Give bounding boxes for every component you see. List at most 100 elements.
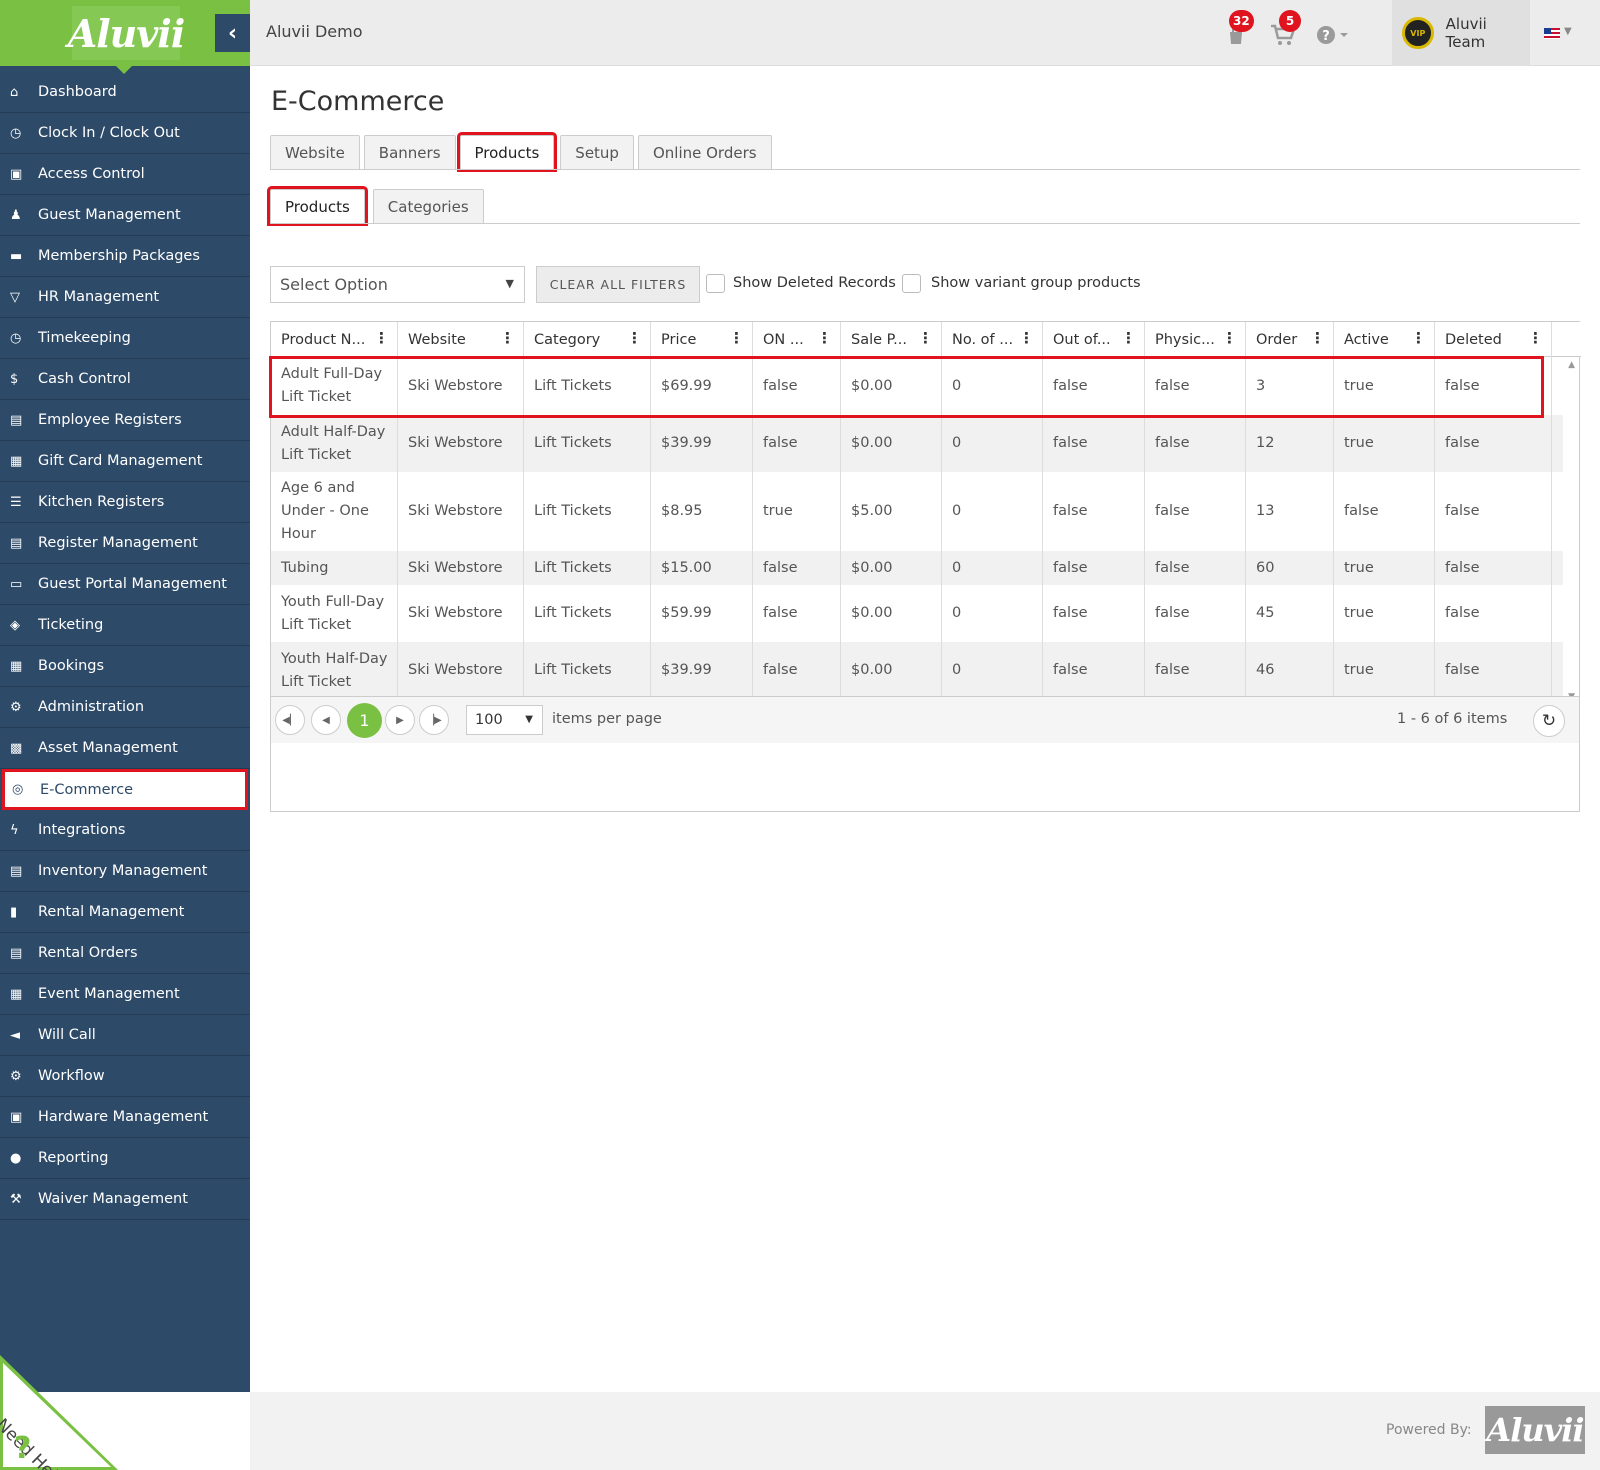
table-cell: false	[1145, 415, 1246, 472]
tab-products[interactable]: Products	[459, 135, 555, 169]
last-page-button[interactable]: ▕▶	[419, 705, 449, 735]
table-cell: Youth Full-Day Lift Ticket	[271, 585, 398, 642]
refresh-button[interactable]: ↻	[1533, 705, 1565, 737]
table-cell: $0.00	[841, 415, 942, 472]
subtab-products[interactable]: Products	[270, 189, 365, 223]
sidebar-item-timekeeping[interactable]: ◷ Timekeeping	[0, 318, 250, 359]
sidebar-item-rental-management[interactable]: ▮ Rental Management	[0, 892, 250, 933]
column-header[interactable]: No. of ... ⋮	[942, 322, 1043, 357]
table-row[interactable]: Adult Half-Day Lift Ticket Ski Webstore Li…	[271, 415, 1565, 472]
show-deleted-checkbox[interactable]	[706, 274, 725, 293]
print-icon: ▣	[10, 1109, 23, 1125]
column-menu-icon[interactable]: ⋮	[729, 331, 744, 346]
column-menu-icon[interactable]: ⋮	[1019, 331, 1034, 346]
column-header[interactable]: Physic... ⋮	[1145, 322, 1246, 357]
sidebar-item-employee-registers[interactable]: ▤ Employee Registers	[0, 400, 250, 441]
page-size-select[interactable]: 100 ▼	[466, 705, 543, 735]
sidebar-item-membership-packages[interactable]: ▬ Membership Packages	[0, 236, 250, 277]
column-header[interactable]: Deleted ⋮	[1435, 322, 1552, 357]
column-menu-icon[interactable]: ⋮	[500, 331, 515, 346]
table-row[interactable]: Age 6 and Under - One Hour Ski Webstore Li…	[271, 472, 1565, 551]
table-cell: Youth Half-Day Lift Ticket	[271, 642, 398, 699]
sidebar-item-integrations[interactable]: ϟ Integrations	[0, 810, 250, 851]
current-page-button[interactable]: 1	[347, 703, 382, 738]
help-circle-icon[interactable]: ?	[1316, 25, 1350, 51]
need-help-tab[interactable]: Need Help ?	[0, 1355, 118, 1470]
sidebar-item-hr-management[interactable]: ▽ HR Management	[0, 277, 250, 318]
column-menu-icon[interactable]: ⋮	[627, 331, 642, 346]
first-page-button[interactable]: ◀▏	[275, 705, 305, 735]
sidebar-item-kitchen-registers[interactable]: ☰ Kitchen Registers	[0, 482, 250, 523]
sidebar-item-reporting[interactable]: ● Reporting	[0, 1138, 250, 1179]
column-menu-icon[interactable]: ⋮	[817, 331, 832, 346]
filter-select[interactable]: Select Option ▼	[270, 266, 525, 303]
sidebar-item-dashboard[interactable]: ⌂ Dashboard	[0, 72, 250, 113]
table-row[interactable]: Youth Full-Day Lift Ticket Ski Webstore Li…	[271, 585, 1565, 642]
show-variant-checkbox[interactable]	[902, 274, 921, 293]
sidebar-item-access-control[interactable]: ▣ Access Control	[0, 154, 250, 195]
sidebar-item-clock-in-clock-out[interactable]: ◷ Clock In / Clock Out	[0, 113, 250, 154]
aluvii-logo[interactable]: Aluvii	[68, 6, 185, 60]
sidebar-item-label: Guest Management	[38, 207, 181, 223]
tag-icon: ◈	[10, 617, 20, 633]
column-menu-icon[interactable]: ⋮	[1121, 331, 1136, 346]
column-header[interactable]: Out of... ⋮	[1043, 322, 1145, 357]
sidebar-item-administration[interactable]: ⚙ Administration	[0, 687, 250, 728]
table-cell: 45	[1246, 585, 1334, 642]
column-menu-icon[interactable]: ⋮	[1222, 331, 1237, 346]
column-header[interactable]: Active ⋮	[1334, 322, 1435, 357]
sidebar: Aluvii ‹ ⌂ Dashboard ◷ Clock In / Clock Out…	[0, 0, 250, 1392]
table-cell: Ski Webstore	[398, 551, 524, 585]
column-header[interactable]: Product N... ⋮	[271, 322, 398, 357]
column-menu-icon[interactable]: ⋮	[374, 331, 389, 346]
column-header[interactable]: Category ⋮	[524, 322, 651, 357]
column-header[interactable]: Website ⋮	[398, 322, 524, 357]
column-menu-icon[interactable]: ⋮	[1411, 331, 1426, 346]
tab-banners[interactable]: Banners	[363, 135, 456, 169]
sidebar-item-waiver-management[interactable]: ⚒ Waiver Management	[0, 1179, 250, 1220]
user-menu[interactable]: VIP Aluvii Team	[1392, 0, 1530, 66]
column-header[interactable]: Price ⋮	[651, 322, 753, 357]
sidebar-item-workflow[interactable]: ⚙ Workflow	[0, 1056, 250, 1097]
sidebar-item-guest-portal-management[interactable]: ▭ Guest Portal Management	[0, 564, 250, 605]
column-header-label: Physic...	[1155, 331, 1215, 348]
table-row[interactable]: Tubing Ski Webstore Lift Tickets $15.00 fals…	[271, 551, 1565, 585]
sidebar-item-bookings[interactable]: ▦ Bookings	[0, 646, 250, 687]
table-cell: 46	[1246, 642, 1334, 699]
sidebar-item-inventory-management[interactable]: ▤ Inventory Management	[0, 851, 250, 892]
table-row[interactable]: Youth Half-Day Lift Ticket Ski Webstore Li…	[271, 642, 1565, 699]
sidebar-item-event-management[interactable]: ▦ Event Management	[0, 974, 250, 1015]
column-menu-icon[interactable]: ⋮	[1310, 331, 1325, 346]
sidebar-item-hardware-management[interactable]: ▣ Hardware Management	[0, 1097, 250, 1138]
tab-setup[interactable]: Setup	[560, 135, 634, 169]
sidebar-item-will-call[interactable]: ◄ Will Call	[0, 1015, 250, 1056]
table-cell: Adult Half-Day Lift Ticket	[271, 415, 398, 472]
collapse-sidebar-button[interactable]: ‹	[215, 14, 250, 52]
scroll-up-icon[interactable]: ▲	[1568, 360, 1575, 370]
grid-scrollbar[interactable]	[1563, 357, 1579, 705]
sidebar-item-rental-orders[interactable]: ▤ Rental Orders	[0, 933, 250, 974]
sidebar-item-register-management[interactable]: ▤ Register Management	[0, 523, 250, 564]
prev-page-button[interactable]: ◀	[311, 705, 341, 735]
tab-website[interactable]: Website	[270, 135, 360, 169]
sidebar-item-label: E-Commerce	[40, 781, 134, 798]
sidebar-item-asset-management[interactable]: ▩ Asset Management	[0, 728, 250, 769]
tab-online-orders[interactable]: Online Orders	[637, 135, 772, 169]
cart-icon: ▤	[10, 412, 23, 428]
clear-all-filters-button[interactable]: CLEAR ALL FILTERS	[536, 266, 700, 303]
table-cell: false	[753, 585, 841, 642]
column-header[interactable]: Order ⋮	[1246, 322, 1334, 357]
column-header[interactable]: Sale P... ⋮	[841, 322, 942, 357]
column-menu-icon[interactable]: ⋮	[1528, 331, 1543, 346]
sidebar-item-cash-control[interactable]: $ Cash Control	[0, 359, 250, 400]
sidebar-item-gift-card-management[interactable]: ▦ Gift Card Management	[0, 441, 250, 482]
sidebar-item-e-commerce[interactable]: ◎ E-Commerce	[2, 769, 248, 810]
next-page-button[interactable]: ▶	[385, 705, 415, 735]
subtab-categories[interactable]: Categories	[372, 189, 484, 223]
show-deleted-label: Show Deleted Records	[733, 275, 896, 291]
sidebar-item-guest-management[interactable]: ♟ Guest Management	[0, 195, 250, 236]
caret-down-icon[interactable]: ▼	[1564, 26, 1572, 37]
column-menu-icon[interactable]: ⋮	[918, 331, 933, 346]
sidebar-item-ticketing[interactable]: ◈ Ticketing	[0, 605, 250, 646]
column-header[interactable]: ON ... ⋮	[753, 322, 841, 357]
